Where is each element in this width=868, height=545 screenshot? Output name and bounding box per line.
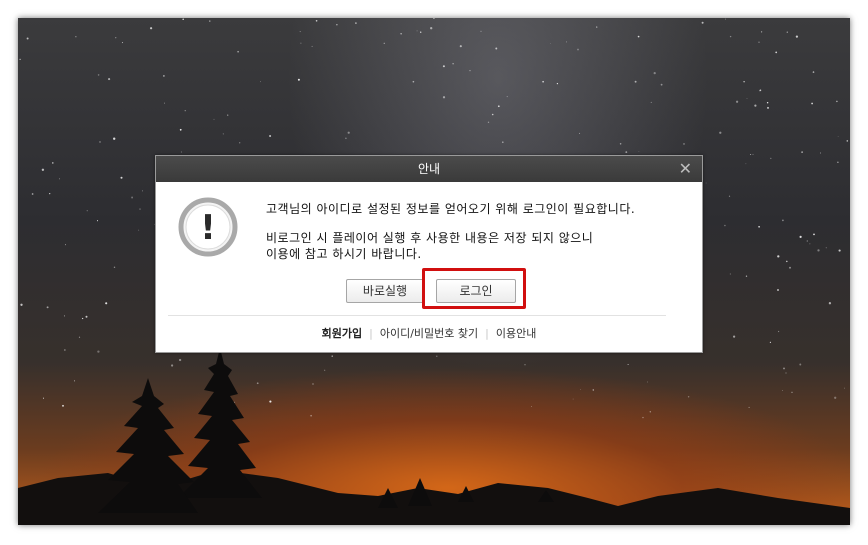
signup-link[interactable]: 회원가입 <box>322 327 362 340</box>
message-line-1: 고객님의 아이디로 설정된 정보를 얻어오기 위해 로그인이 필요합니다. <box>266 202 636 216</box>
message-line-2: 비로그인 시 플레이어 실행 후 사용한 내용은 저장 되지 않으니 <box>266 231 594 245</box>
dialog-message: 고객님의 아이디로 설정된 정보를 얻어오기 위해 로그인이 필요합니다. 비로… <box>266 201 635 262</box>
close-icon[interactable]: ✕ <box>679 156 692 182</box>
separator: | <box>369 327 373 340</box>
footer-links: 회원가입 | 아이디/비밀번호 찾기 | 이용안내 <box>156 325 702 341</box>
dialog-title: 안내 <box>417 162 441 176</box>
dialog-titlebar: 안내 ✕ <box>156 156 702 182</box>
find-account-link[interactable]: 아이디/비밀번호 찾기 <box>380 327 478 340</box>
guide-link[interactable]: 이용안내 <box>496 327 536 340</box>
warning-glyph: ! <box>200 208 216 248</box>
notice-dialog: 안내 ✕ ! 고객님의 아이디로 설정된 정보를 얻어오기 위해 로그인이 필요… <box>155 155 703 353</box>
run-now-button[interactable]: 바로실행 <box>346 279 424 303</box>
exclamation-circle-icon: ! <box>178 197 238 257</box>
divider <box>168 315 666 316</box>
login-highlight-box <box>422 268 526 309</box>
message-line-3: 이용에 참고 하시기 바랍니다. <box>266 247 422 261</box>
separator: | <box>485 327 489 340</box>
